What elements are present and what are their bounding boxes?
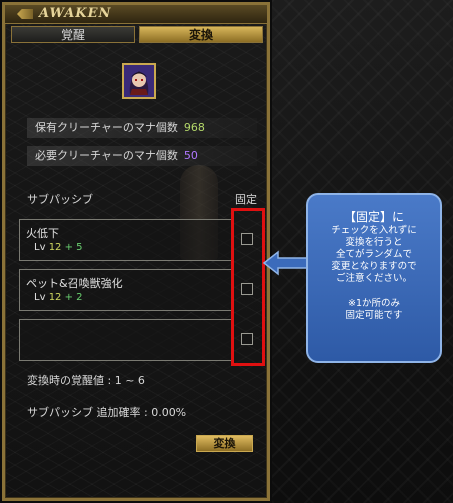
creature-portrait[interactable] <box>122 63 156 99</box>
callout-line: チェックを入れずに <box>331 225 417 236</box>
slot-name: ペット&召喚獣強化 <box>26 277 123 290</box>
required-mana-row: 必要クリーチャーのマナ個数 50 <box>27 146 257 166</box>
fixed-highlight-frame <box>231 208 265 366</box>
sub-passive-slot-3 <box>19 319 232 361</box>
level-prefix: Lv <box>34 242 46 253</box>
note-callout: 【固定】に チェックを入れずに 変換を行うと 全てがランダムで 変更となりますの… <box>306 193 442 363</box>
required-mana-label: 必要クリーチャーのマナ個数 <box>35 149 178 162</box>
creature-icon <box>124 65 154 97</box>
fixed-heading: 固定 <box>235 193 257 206</box>
owned-mana-value: 968 <box>183 121 205 134</box>
level-prefix: Lv <box>34 292 46 303</box>
sub-passive-slot-2: ペット&召喚獣強化 Lv 12 + 2 <box>19 269 232 311</box>
callout-line: 変更となりますので <box>331 261 417 272</box>
add-rate-line: サブパッシブ 追加確率 : 0.00% <box>27 406 187 419</box>
awaken-value-range: 変換時の覚醒値 : 1 ~ 6 <box>27 374 145 387</box>
convert-button[interactable]: 変換 <box>196 435 253 452</box>
owned-mana-row: 保有クリーチャーのマナ個数 968 <box>27 118 257 138</box>
sub-passive-slot-1: 火低下 Lv 12 + 5 <box>19 219 232 261</box>
ornament-icon <box>17 9 33 19</box>
tab-awaken[interactable]: 覚醒 <box>11 26 135 43</box>
tab-transform[interactable]: 変換 <box>139 26 263 43</box>
callout-line: ご注意ください。 <box>335 273 412 284</box>
window-title: AWAKEN <box>39 6 112 21</box>
slot-name: 火低下 <box>26 227 59 240</box>
level-value: 12 <box>48 242 62 253</box>
level-bonus: + 5 <box>64 242 83 253</box>
callout-line: 変換を行うと <box>345 237 403 248</box>
slot-level: Lv 12 + 5 <box>34 242 83 253</box>
slot-level: Lv 12 + 2 <box>34 292 83 303</box>
awaken-window: AWAKEN 覚醒 変換 保有クリーチャーのマナ個数 968 必要クリーチャーのマ… <box>2 2 270 501</box>
callout-line: 【固定】に <box>343 210 404 224</box>
callout-line: 全てがランダムで <box>335 249 412 260</box>
callout-line: 固定可能です <box>345 310 403 321</box>
level-bonus: + 2 <box>64 292 83 303</box>
sub-passive-heading: サブパッシブ <box>27 193 93 206</box>
level-value: 12 <box>48 292 62 303</box>
callout-line: ※1か所のみ <box>347 298 400 309</box>
title-bar[interactable]: AWAKEN <box>5 5 267 24</box>
owned-mana-label: 保有クリーチャーのマナ個数 <box>35 121 178 134</box>
arrow-left-icon <box>262 250 309 276</box>
required-mana-value: 50 <box>183 149 198 162</box>
